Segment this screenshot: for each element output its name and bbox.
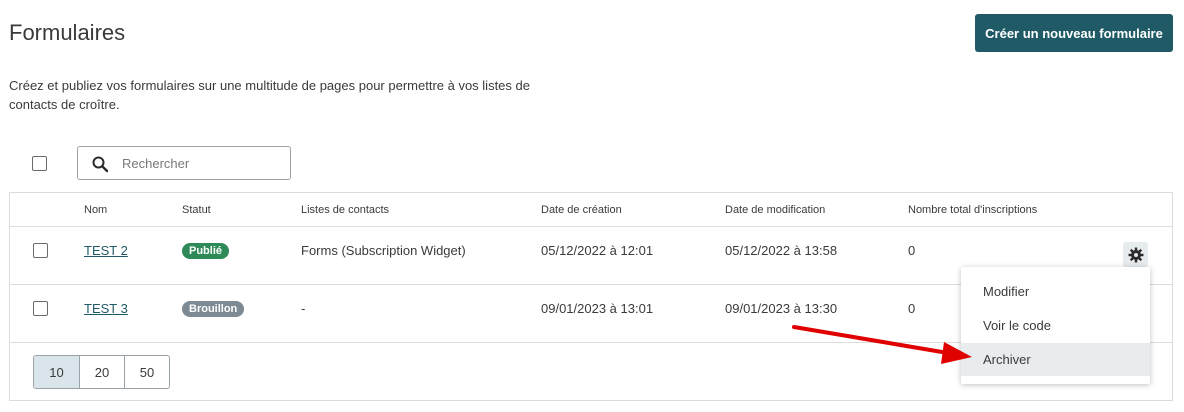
gear-icon [1128,247,1143,262]
search-input[interactable] [122,153,282,173]
page-size-selector: 10 20 50 [33,355,170,389]
search-icon [92,156,109,173]
status-badge: Publié [182,243,230,259]
column-header-modified[interactable]: Date de modification [725,204,825,216]
page-title: Formulaires [9,20,126,45]
row-checkbox[interactable] [33,301,48,316]
column-header-status[interactable]: Statut [182,204,211,216]
column-header-total[interactable]: Nombre total d'inscriptions [908,204,1037,216]
page-size-option-10[interactable]: 10 [34,356,79,388]
page-size-option-50[interactable]: 50 [124,356,169,388]
total-subscriptions-cell: 0 [908,301,916,316]
row-divider [10,226,1172,227]
total-subscriptions-cell: 0 [908,243,916,258]
created-date-cell: 05/12/2022 à 12:01 [541,243,654,258]
form-name-link[interactable]: TEST 3 [84,301,128,316]
contact-lists-cell: Forms (Subscription Widget) [301,243,466,258]
menu-item-modifier[interactable]: Modifier [961,275,1150,308]
form-name-link[interactable]: TEST 2 [84,243,128,258]
page-size-option-20[interactable]: 20 [79,356,124,388]
row-actions-button[interactable] [1123,242,1148,267]
row-checkbox[interactable] [33,243,48,258]
menu-item-archiver[interactable]: Archiver [961,343,1150,376]
created-date-cell: 09/01/2023 à 13:01 [541,301,654,316]
menu-item-voir-le-code[interactable]: Voir le code [961,309,1150,342]
column-header-name[interactable]: Nom [84,204,107,216]
contact-lists-cell: - [301,301,306,316]
modified-date-cell: 05/12/2022 à 13:58 [725,243,838,258]
row-actions-menu: Modifier Voir le code Archiver [961,267,1150,384]
modified-date-cell: 09/01/2023 à 13:30 [725,301,838,316]
create-form-button[interactable]: Créer un nouveau formulaire [975,14,1173,52]
column-header-created[interactable]: Date de création [541,204,622,216]
search-box[interactable] [77,146,291,180]
page-description: Créez et publiez vos formulaires sur une… [9,78,530,112]
select-all-checkbox[interactable] [32,156,47,171]
status-badge: Brouillon [182,301,245,317]
column-header-lists[interactable]: Listes de contacts [301,204,389,216]
